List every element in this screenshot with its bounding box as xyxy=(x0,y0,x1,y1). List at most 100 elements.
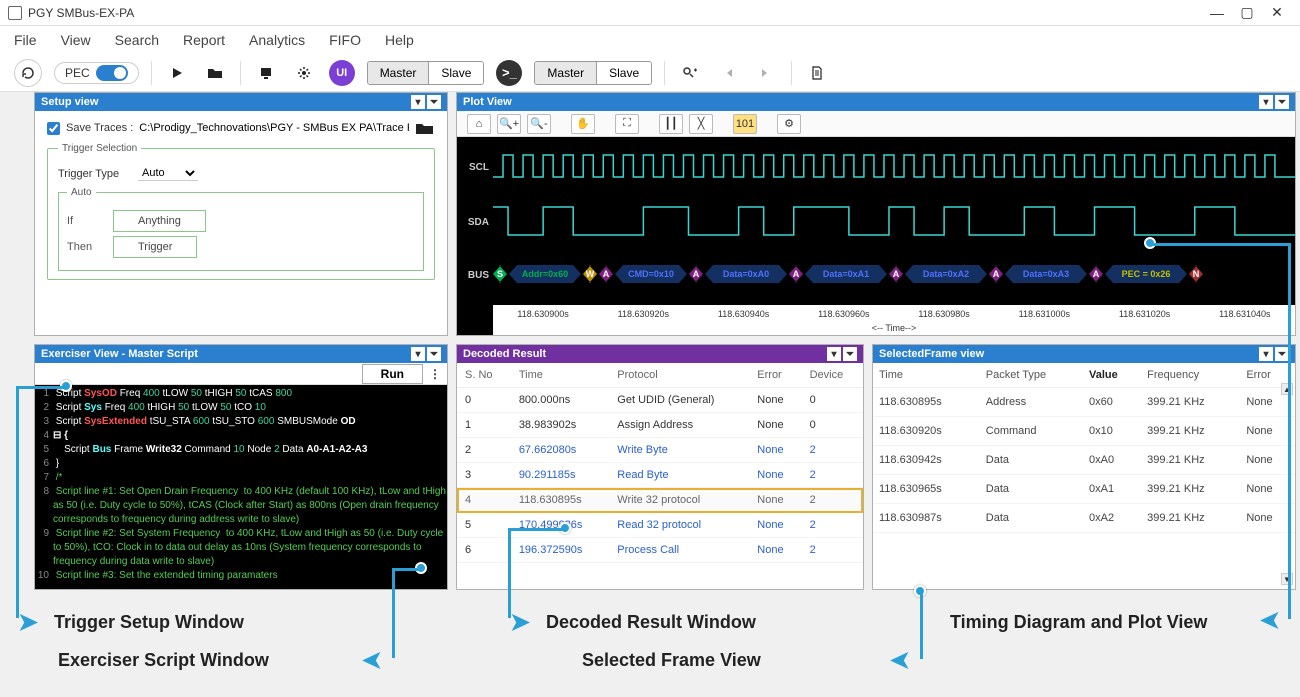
cursor2-icon[interactable]: ╳ xyxy=(689,114,713,134)
plot-canvas[interactable]: SCL SDA BUS SAddr=0x60WACMD=0x10AData=0x… xyxy=(457,137,1295,335)
column-header[interactable]: Frequency xyxy=(1141,363,1240,388)
callout-exerciser: Exerciser Script Window xyxy=(58,650,269,671)
pan-icon[interactable]: ✋ xyxy=(571,114,595,134)
titlebar: PGY SMBus-EX-PA — ▢ ✕ xyxy=(0,0,1300,26)
table-row[interactable]: 118.630895sAddress0x60399.21 KHzNone xyxy=(873,388,1295,417)
document-button[interactable] xyxy=(804,60,830,86)
panel-menu-icon[interactable]: ▾ xyxy=(411,347,425,361)
panel-pin-icon[interactable]: ⏷ xyxy=(427,347,441,361)
connector xyxy=(1288,243,1291,619)
terminal-badge[interactable]: >_ xyxy=(496,60,522,86)
table-row[interactable]: 5170.499936sRead 32 protocolNone2 xyxy=(457,513,863,538)
step-back-button[interactable] xyxy=(715,60,741,86)
save-traces-checkbox[interactable] xyxy=(47,122,60,135)
panel-pin-icon[interactable]: ⏷ xyxy=(1275,95,1289,109)
arrow-icon: ➤ xyxy=(890,646,910,675)
maximize-button[interactable]: ▢ xyxy=(1232,3,1262,23)
panel-pin-icon[interactable]: ⏷ xyxy=(843,347,857,361)
time-tick: 118.631020s xyxy=(1095,309,1195,319)
table-row[interactable]: 118.630987sData0xA2399.21 KHzNone xyxy=(873,504,1295,533)
table-row[interactable]: 0800.000nsGet UDID (General)None0 xyxy=(457,388,863,413)
step-fwd-button[interactable] xyxy=(753,60,779,86)
config-icon[interactable]: ⚙ xyxy=(777,114,801,134)
zoom-out-icon[interactable]: 🔍- xyxy=(527,114,551,134)
table-row[interactable]: 118.630965sData0xA1399.21 KHzNone xyxy=(873,475,1295,504)
seg2-slave[interactable]: Slave xyxy=(596,62,651,84)
fit-icon[interactable]: ⛶ xyxy=(615,114,639,134)
search-zoom-button[interactable] xyxy=(677,60,703,86)
menu-fifo[interactable]: FIFO xyxy=(329,32,361,48)
table-row[interactable]: 118.630942sData0xA0399.21 KHzNone xyxy=(873,446,1295,475)
if-label: If xyxy=(67,215,103,227)
cursor1-icon[interactable]: ┃┃ xyxy=(659,114,683,134)
then-value-button[interactable]: Trigger xyxy=(113,236,197,258)
seg1-master[interactable]: Master xyxy=(368,62,429,84)
trace-path-input[interactable] xyxy=(139,122,409,134)
time-tick: 118.630940s xyxy=(694,309,794,319)
setup-title: Setup view xyxy=(41,96,98,108)
seg2-master[interactable]: Master xyxy=(535,62,596,84)
pec-toggle[interactable] xyxy=(96,65,128,81)
panel-menu-icon[interactable]: ▾ xyxy=(411,95,425,109)
table-row[interactable]: 390.291185sRead ByteNone2 xyxy=(457,463,863,488)
time-axis: 118.630900s118.630920s118.630940s118.630… xyxy=(493,305,1295,335)
column-header[interactable]: Time xyxy=(511,363,609,388)
exerciser-title: Exerciser View - Master Script xyxy=(41,348,198,360)
column-header[interactable]: Protocol xyxy=(609,363,749,388)
menu-report[interactable]: Report xyxy=(183,32,225,48)
marker-icon[interactable]: 101 xyxy=(733,114,757,134)
auto-fieldset: Auto If Anything Then Trigger xyxy=(58,187,424,271)
menu-search[interactable]: Search xyxy=(115,32,159,48)
bus-segment: A xyxy=(889,265,903,283)
folder-button[interactable] xyxy=(202,60,228,86)
run-button[interactable]: Run xyxy=(362,364,423,384)
ui-badge[interactable]: UI xyxy=(329,60,355,86)
table-row[interactable]: 267.662080sWrite ByteNone2 xyxy=(457,438,863,463)
scroll-down-icon[interactable]: ▼ xyxy=(1281,573,1293,585)
trigger-type-select[interactable]: Auto xyxy=(138,166,198,181)
code-line: 7 /* xyxy=(35,471,447,485)
if-value-button[interactable]: Anything xyxy=(113,210,206,232)
home-zoom-icon[interactable]: ⌂ xyxy=(467,114,491,134)
bus-segment: Data=0xA0 xyxy=(705,265,787,283)
script-editor[interactable]: 1 Script SysOD Freq 400 tLOW 50 tHIGH 50… xyxy=(35,385,447,589)
panel-menu-icon[interactable]: ▾ xyxy=(1259,95,1273,109)
refresh-button[interactable] xyxy=(14,59,42,87)
settings-button[interactable] xyxy=(291,60,317,86)
panel-menu-icon[interactable]: ▾ xyxy=(827,347,841,361)
table-row[interactable]: 6196.372590sProcess CallNone2 xyxy=(457,538,863,563)
menu-file[interactable]: File xyxy=(14,32,37,48)
plot-view-header: Plot View ▾ ⏷ xyxy=(457,93,1295,111)
column-header[interactable]: S. No xyxy=(457,363,511,388)
setup-view-header: Setup view ▾ ⏷ xyxy=(35,93,447,111)
zoom-in-icon[interactable]: 🔍+ xyxy=(497,114,521,134)
monitor-button[interactable] xyxy=(253,60,279,86)
mode-segment-1: Master Slave xyxy=(367,61,485,85)
table-row[interactable]: 4118.630895sWrite 32 protocolNone2 xyxy=(457,488,863,513)
browse-folder-icon[interactable] xyxy=(415,121,435,135)
column-header[interactable]: Device xyxy=(802,363,863,388)
column-header[interactable]: Time xyxy=(873,363,980,388)
panel-menu-icon[interactable]: ▾ xyxy=(1259,347,1273,361)
column-header[interactable]: Value xyxy=(1083,363,1141,388)
time-tick: 118.630900s xyxy=(493,309,593,319)
exerciser-view-panel: Exerciser View - Master Script ▾ ⏷ Run ⋮… xyxy=(34,344,448,590)
menu-help[interactable]: Help xyxy=(385,32,414,48)
more-button[interactable]: ⋮ xyxy=(427,367,443,381)
scroll-up-icon[interactable]: ▲ xyxy=(1281,383,1293,395)
column-header[interactable]: Error xyxy=(749,363,801,388)
code-line: 2 Script Sys Freq 400 tHIGH 50 tLOW 50 t… xyxy=(35,401,447,415)
menu-view[interactable]: View xyxy=(61,32,91,48)
menu-analytics[interactable]: Analytics xyxy=(249,32,305,48)
column-header[interactable]: Packet Type xyxy=(980,363,1083,388)
seg1-slave[interactable]: Slave xyxy=(428,62,483,84)
table-row[interactable]: 138.983902sAssign AddressNone0 xyxy=(457,413,863,438)
table-row[interactable]: 118.630920sCommand0x10399.21 KHzNone xyxy=(873,417,1295,446)
plot-toolbar: ⌂ 🔍+ 🔍- ✋ ⛶ ┃┃ ╳ 101 ⚙ xyxy=(457,111,1295,137)
close-button[interactable]: ✕ xyxy=(1262,3,1292,23)
minimize-button[interactable]: — xyxy=(1202,3,1232,23)
panel-pin-icon[interactable]: ⏷ xyxy=(427,95,441,109)
play-button[interactable] xyxy=(164,60,190,86)
panel-pin-icon[interactable]: ⏷ xyxy=(1275,347,1289,361)
bus-segment: A xyxy=(689,265,703,283)
